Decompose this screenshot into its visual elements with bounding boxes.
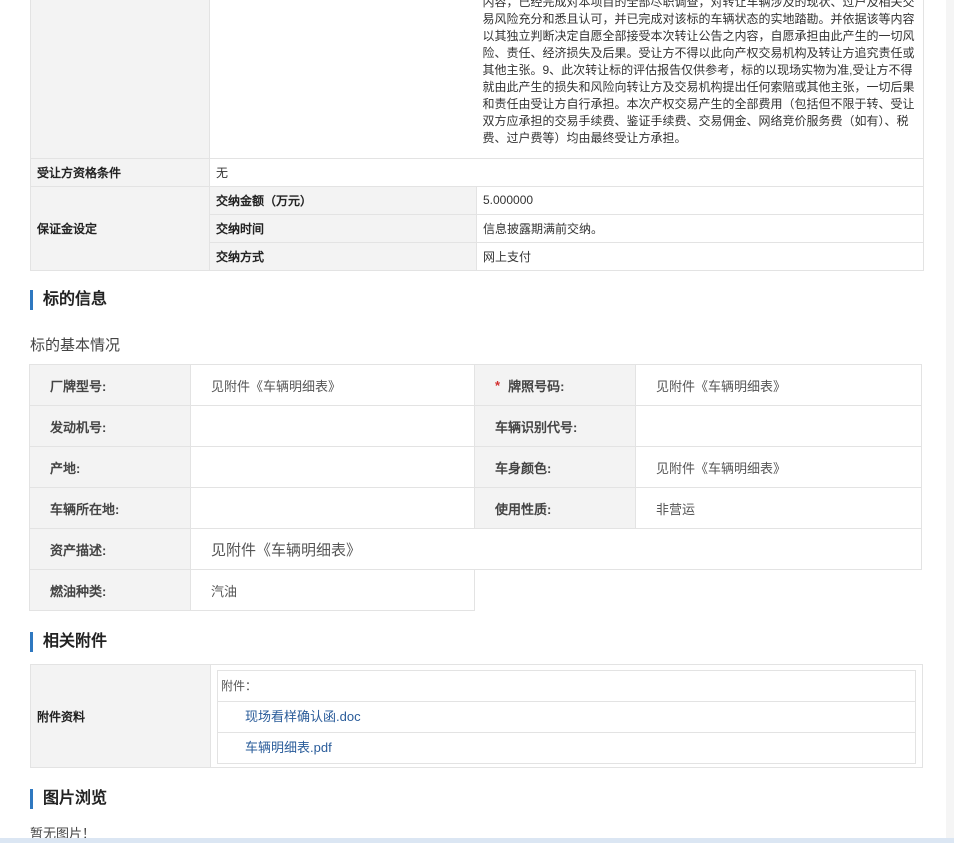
usage-value: 非营运 (635, 487, 922, 529)
vin-value (635, 405, 922, 447)
attachments-panel: 附件资料 附件： 现场看样确认函.doc 车辆明细表.pdf (30, 664, 923, 768)
deposit-method-value: 网上支付 (476, 241, 924, 271)
brand-label: 厂牌型号: (29, 364, 191, 406)
section-attachments-title: 相关附件 (30, 632, 107, 652)
page-scrollbar[interactable] (946, 0, 954, 838)
asset-label: 资产描述: (29, 528, 191, 570)
attachment-list: 附件： 现场看样确认函.doc 车辆明细表.pdf (217, 670, 916, 764)
plate-value: 见附件《车辆明细表》 (635, 364, 922, 406)
deposit-label: 保证金设定 (30, 185, 210, 271)
deposit-time-label: 交纳时间 (209, 213, 477, 243)
location-value (190, 487, 475, 529)
subject-basic-title: 标的基本情况 (30, 337, 121, 354)
engine-value (190, 405, 475, 447)
origin-label: 产地: (29, 446, 191, 488)
plate-label: * 牌照号码: (474, 364, 636, 406)
color-label: 车身颜色: (474, 446, 636, 488)
fuel-label: 燃油种类: (29, 569, 191, 611)
attachment-header: 附件： (218, 671, 915, 702)
attachment-link-confirm-doc[interactable]: 现场看样确认函.doc (218, 702, 915, 733)
asset-value: 见附件《车辆明细表》 (190, 528, 922, 570)
required-star: * (495, 377, 501, 393)
brand-value: 见附件《车辆明细表》 (190, 364, 475, 406)
section-subject-title: 标的信息 (30, 290, 107, 310)
origin-value (190, 446, 475, 488)
qualification-label: 受让方资格条件 (30, 157, 210, 187)
attachments-label: 附件资料 (31, 665, 211, 767)
attachment-link-vehicle-list-pdf[interactable]: 车辆明细表.pdf (218, 733, 915, 763)
vehicle-basic-grid: 厂牌型号: 见附件《车辆明细表》 * 牌照号码: 见附件《车辆明细表》 发动机号… (29, 364, 923, 611)
vin-label: 车辆识别代号: (474, 405, 636, 447)
usage-label: 使用性质: (474, 487, 636, 529)
fuel-value: 汽油 (190, 569, 475, 611)
engine-label: 发动机号: (29, 405, 191, 447)
page: 内容，已经完成对本项目的全部尽职调查，对转让车辆涉及的现状、过户及相关交易风险充… (29, 0, 924, 841)
plate-label-text: 牌照号码: (508, 378, 565, 394)
qualification-value: 无 (209, 157, 924, 187)
section-images-title: 图片浏览 (30, 789, 107, 809)
deposit-amount-label: 交纳金额（万元） (209, 185, 477, 215)
transfer-info-table: 内容，已经完成对本项目的全部尽职调查，对转让车辆涉及的现状、过户及相关交易风险充… (30, 0, 924, 271)
transfer-notes: 内容，已经完成对本项目的全部尽职调查，对转让车辆涉及的现状、过户及相关交易风险充… (482, 0, 915, 145)
bottom-divider (0, 838, 954, 843)
deposit-amount-value: 5.000000 (476, 185, 924, 215)
deposit-time-value: 信息披露期满前交纳。 (476, 213, 924, 243)
color-value: 见附件《车辆明细表》 (635, 446, 922, 488)
deposit-method-label: 交纳方式 (209, 241, 477, 271)
location-label: 车辆所在地: (29, 487, 191, 529)
